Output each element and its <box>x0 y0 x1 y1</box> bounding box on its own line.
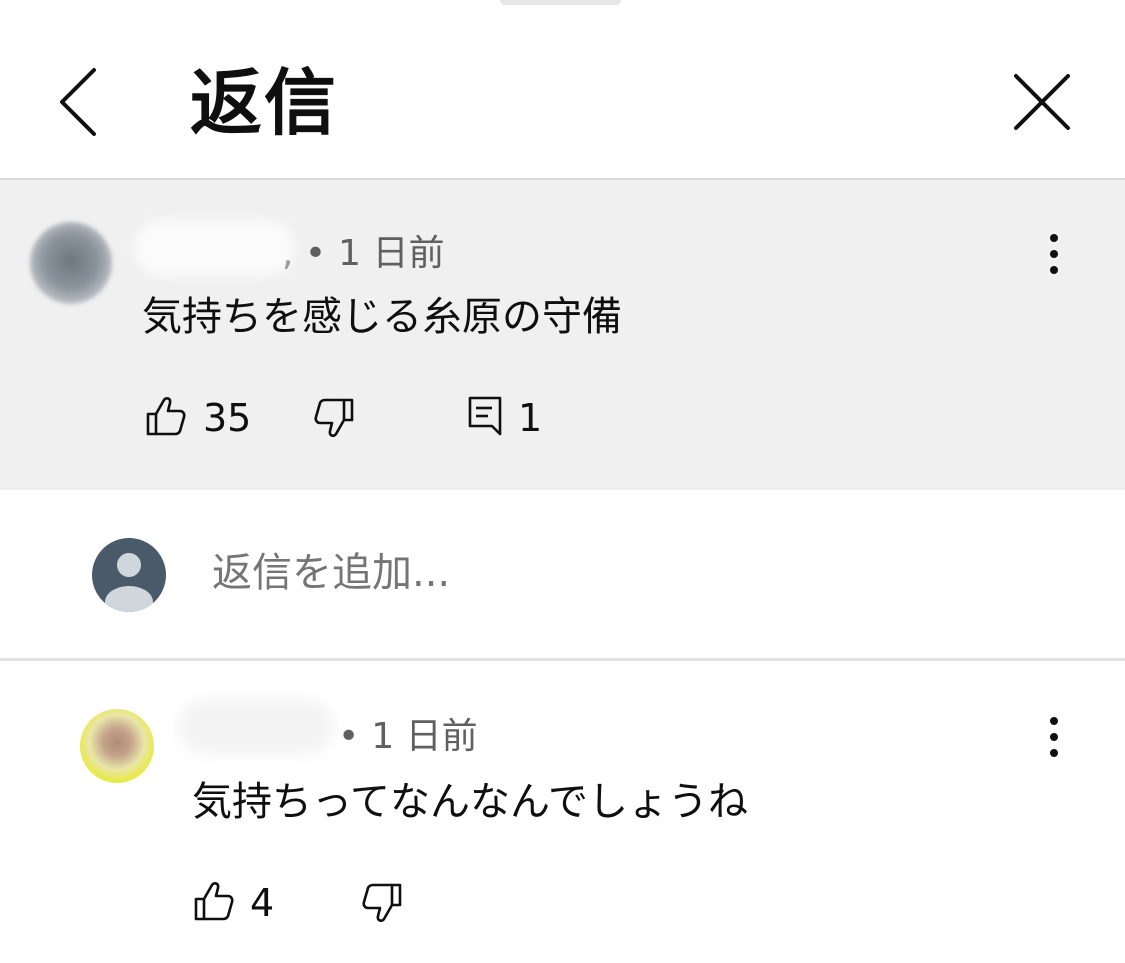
page-title: 返信 <box>190 61 339 145</box>
comment-time: 1 日前 <box>338 233 445 274</box>
reply-more-options-button[interactable] <box>1034 705 1074 765</box>
meta-dot: • <box>304 233 327 274</box>
like-button[interactable] <box>144 394 192 442</box>
avatar[interactable] <box>30 222 112 304</box>
default-avatar-icon <box>92 538 166 612</box>
add-reply-row <box>0 490 1125 658</box>
reply-time: 1 日前 <box>371 716 478 757</box>
reply-comment: • 1 日前 気持ちってなんなんでしょうね 4 <box>0 661 1125 963</box>
reply-count: 1 <box>518 396 543 440</box>
panel-header: 返信 <box>0 0 1125 178</box>
reply-meta-dot: • <box>338 716 360 757</box>
comment-text: 気持ちを感じる糸原の守備 <box>142 294 622 340</box>
comment-meta: , • 1 日前 <box>282 232 444 276</box>
thumbs-down-icon <box>314 398 354 437</box>
reply-input[interactable] <box>212 550 1012 596</box>
reply-meta: • 1 日前 <box>338 715 478 759</box>
parent-comment: , • 1 日前 気持ちを感じる糸原の守備 35 1 <box>0 180 1125 490</box>
author-name-redacted[interactable] <box>134 220 294 276</box>
reply-like-button[interactable] <box>192 879 240 927</box>
thumbs-down-icon <box>362 883 402 922</box>
thumbs-up-icon <box>194 882 234 921</box>
more-vert-icon <box>1050 717 1058 757</box>
close-button[interactable] <box>1004 64 1080 140</box>
reply-avatar[interactable] <box>80 709 154 783</box>
meta-separator: , <box>282 233 305 274</box>
like-count: 35 <box>203 396 252 440</box>
reply-dislike-button[interactable] <box>360 881 408 929</box>
more-vert-icon <box>1050 234 1058 274</box>
back-chevron-icon <box>60 68 96 136</box>
reply-text: 気持ちってなんなんでしょうね <box>192 779 748 825</box>
reply-author-name-redacted[interactable] <box>178 699 334 755</box>
close-icon <box>1014 74 1070 130</box>
more-options-button[interactable] <box>1034 222 1074 282</box>
back-button[interactable] <box>52 62 112 142</box>
reply-like-count: 4 <box>250 881 275 925</box>
current-user-avatar <box>92 538 166 612</box>
thumbs-up-icon <box>146 397 186 436</box>
comment-icon <box>468 396 502 436</box>
dislike-button[interactable] <box>312 396 360 444</box>
replies-button[interactable] <box>466 394 506 442</box>
